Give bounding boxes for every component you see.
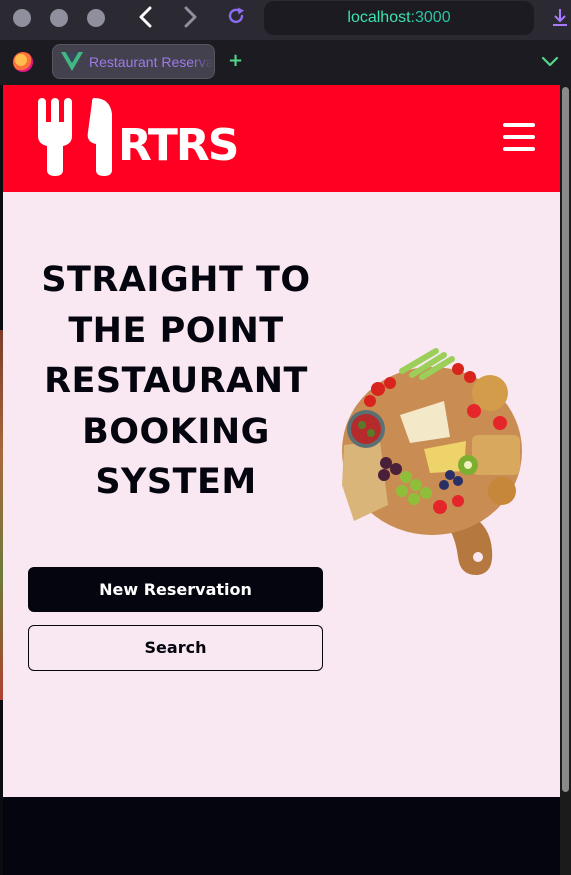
reload-icon[interactable] — [226, 6, 246, 26]
url-bar[interactable]: localhost:3000 — [264, 1, 534, 35]
hero-section: RTRS STRAIGHT TO THE POINT RESTAURANT BO… — [3, 85, 560, 797]
url-port: :3000 — [410, 9, 451, 26]
firefox-icon[interactable] — [13, 52, 33, 72]
hero-title-line: SYSTEM — [95, 462, 257, 502]
window-minimize-dot[interactable] — [50, 9, 68, 27]
page-scrollbar[interactable] — [560, 85, 571, 875]
url-host: localhost — [347, 9, 411, 26]
logo-text: RTRS — [118, 120, 238, 171]
hero-title-line: STRAIGHT TO — [41, 260, 311, 300]
back-arrow-icon[interactable] — [137, 6, 155, 28]
tab-list-chevron-icon[interactable] — [541, 52, 559, 70]
window-maximize-dot[interactable] — [87, 9, 105, 27]
new-tab-icon[interactable]: + — [228, 51, 243, 71]
hero-title-line: RESTAURANT — [44, 361, 308, 401]
rtrs-logo[interactable]: RTRS — [36, 96, 246, 176]
charcuterie-board-image — [342, 348, 522, 576]
hero-title: STRAIGHT TO THE POINT RESTAURANT BOOKING… — [31, 255, 321, 508]
tab-strip: Restaurant Reservations + — [0, 40, 571, 85]
scrollbar-thumb[interactable] — [562, 87, 569, 792]
hero-title-line: BOOKING — [82, 411, 270, 452]
browser-toolbar: localhost:3000 — [0, 0, 571, 40]
new-reservation-button[interactable]: New Reservation — [28, 567, 323, 612]
page-viewport: RTRS STRAIGHT TO THE POINT RESTAURANT BO… — [0, 85, 571, 875]
tab-restaurant-reservations[interactable]: Restaurant Reservations — [52, 44, 215, 79]
site-header: RTRS — [3, 85, 560, 192]
hero-title-line: THE POINT — [68, 310, 284, 351]
search-button[interactable]: Search — [28, 625, 323, 671]
hamburger-icon[interactable] — [503, 123, 535, 151]
site-footer — [3, 797, 560, 875]
window-close-dot[interactable] — [13, 9, 31, 27]
download-icon[interactable] — [552, 8, 568, 28]
forward-arrow-icon[interactable] — [181, 6, 199, 28]
vue-icon — [61, 52, 83, 71]
